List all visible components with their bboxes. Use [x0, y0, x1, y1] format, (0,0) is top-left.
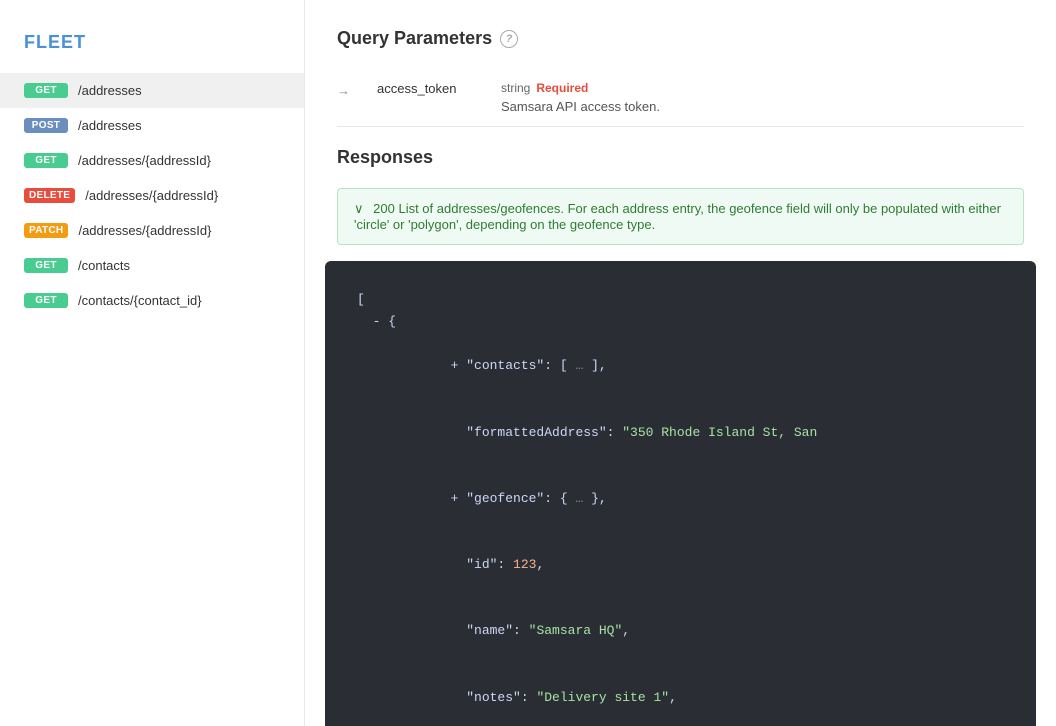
query-params-label: Query Parameters: [337, 28, 492, 49]
method-badge-post: POST: [24, 118, 68, 133]
sidebar-item-get-addresses[interactable]: GET /addresses: [0, 73, 304, 108]
method-badge-get: GET: [24, 153, 68, 168]
sidebar-item-get-addresses-id[interactable]: GET /addresses/{addressId}: [0, 143, 304, 178]
code-line: + "geofence": { … },: [357, 466, 1004, 532]
response-200-description: List of addresses/geofences. For each ad…: [354, 201, 1001, 232]
code-line: "formattedAddress": "350 Rhode Island St…: [357, 399, 1004, 465]
code-line: "id": 123,: [357, 532, 1004, 598]
method-badge-get: GET: [24, 293, 68, 308]
sidebar-title: FLEET: [0, 20, 304, 73]
param-desc: string Required Samsara API access token…: [501, 81, 1024, 114]
param-type: string: [501, 81, 530, 95]
method-badge-patch: PATCH: [24, 223, 68, 238]
code-block: [ - { + "contacts": [ … ], "formattedAdd…: [325, 261, 1036, 726]
param-name: access_token: [377, 81, 477, 96]
param-description: Samsara API access token.: [501, 99, 1024, 114]
sidebar-item-path: /contacts/{contact_id}: [78, 293, 202, 308]
sidebar-item-path: /addresses: [78, 118, 142, 133]
query-params-section: Query Parameters ? → access_token string…: [305, 0, 1056, 127]
responses-title: Responses: [337, 147, 1024, 168]
code-line: [: [357, 289, 1004, 311]
sidebar-item-path: /addresses/{addressId}: [78, 223, 211, 238]
param-required: Required: [536, 81, 588, 95]
code-line: - {: [357, 311, 1004, 333]
responses-label: Responses: [337, 147, 433, 168]
sidebar-item-path: /addresses: [78, 83, 142, 98]
sidebar: FLEET GET /addresses POST /addresses GET…: [0, 0, 305, 726]
method-badge-get: GET: [24, 83, 68, 98]
code-line: "notes": "Delivery site 1",: [357, 665, 1004, 726]
sidebar-item-path: /addresses/{addressId}: [85, 188, 218, 203]
method-badge-delete: DELETE: [24, 188, 75, 203]
response-200[interactable]: ∨ 200 List of addresses/geofences. For e…: [337, 188, 1024, 245]
sidebar-item-get-contacts-id[interactable]: GET /contacts/{contact_id}: [0, 283, 304, 318]
param-row-access-token: → access_token string Required Samsara A…: [337, 69, 1024, 127]
chevron-icon: ∨: [354, 201, 364, 216]
sidebar-item-patch-addresses-id[interactable]: PATCH /addresses/{addressId}: [0, 213, 304, 248]
sidebar-item-post-addresses[interactable]: POST /addresses: [0, 108, 304, 143]
help-icon[interactable]: ?: [500, 30, 518, 48]
param-arrow: →: [337, 83, 353, 98]
response-200-status: 200: [373, 201, 395, 216]
sidebar-item-get-contacts[interactable]: GET /contacts: [0, 248, 304, 283]
method-badge-get: GET: [24, 258, 68, 273]
sidebar-item-delete-addresses-id[interactable]: DELETE /addresses/{addressId}: [0, 178, 304, 213]
code-line: "name": "Samsara HQ",: [357, 598, 1004, 664]
responses-section: Responses ∨ 200 List of addresses/geofen…: [305, 127, 1056, 245]
code-line: + "contacts": [ … ],: [357, 333, 1004, 399]
sidebar-item-path: /addresses/{addressId}: [78, 153, 211, 168]
param-type-line: string Required: [501, 81, 1024, 95]
sidebar-item-path: /contacts: [78, 258, 130, 273]
main-content: Query Parameters ? → access_token string…: [305, 0, 1056, 726]
query-params-title: Query Parameters ?: [337, 28, 1024, 49]
